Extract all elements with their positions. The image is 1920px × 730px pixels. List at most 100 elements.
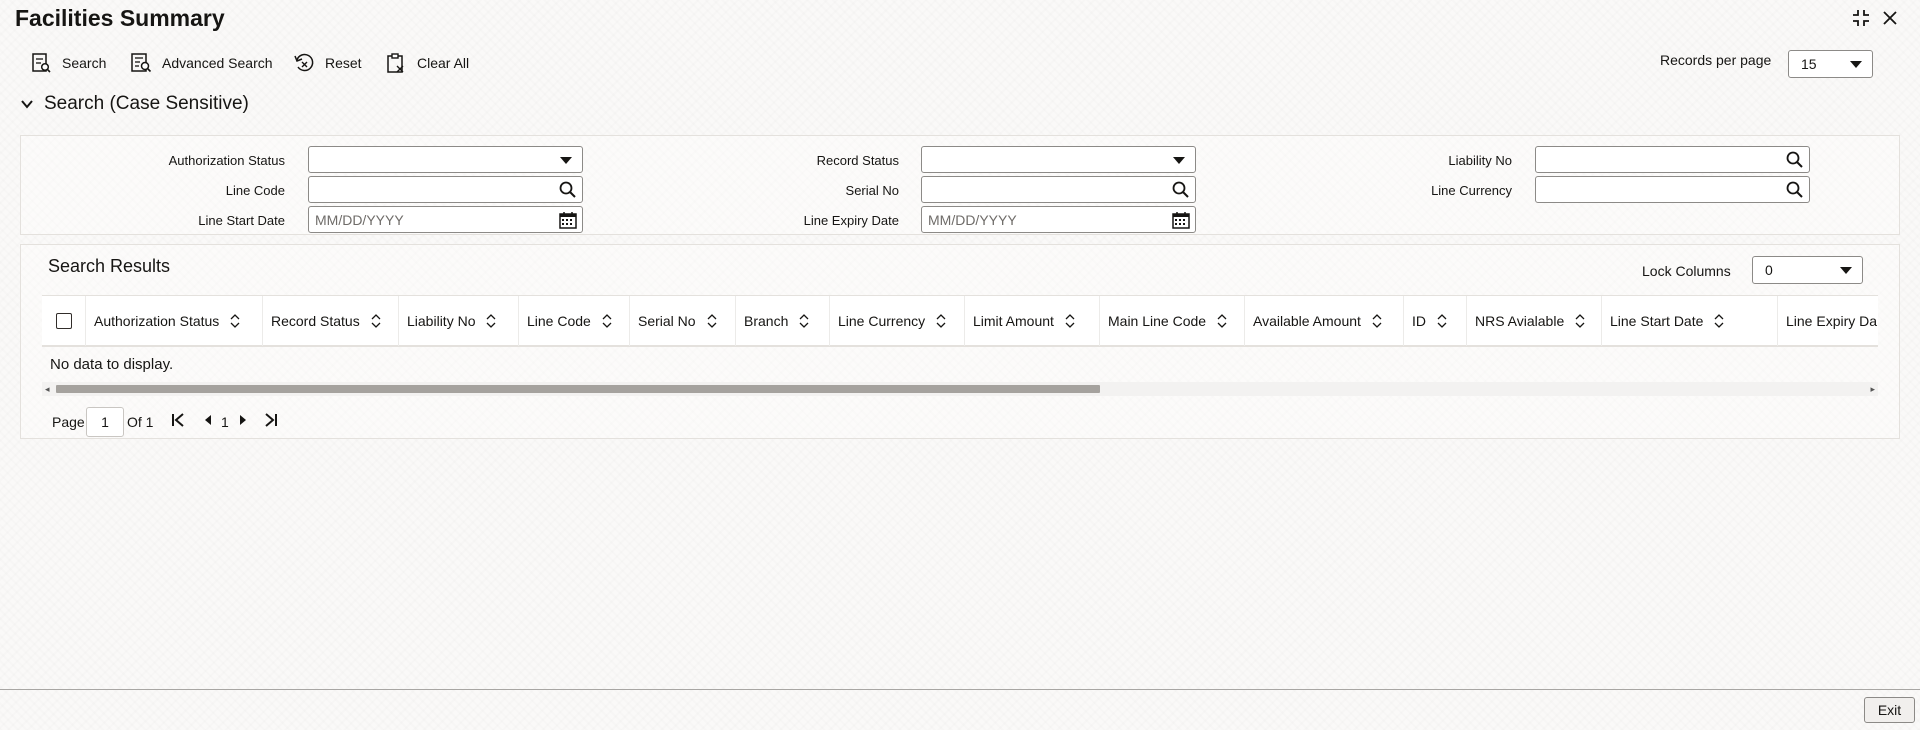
column-label: Limit Amount [973, 313, 1054, 329]
search-button[interactable]: Search [30, 48, 106, 78]
column-header[interactable]: Line Code [519, 296, 630, 346]
liability-no-label: Liability No [1448, 153, 1512, 168]
column-header[interactable]: Serial No [630, 296, 736, 346]
column-label: Liability No [407, 313, 476, 329]
column-header[interactable]: Line Start Date [1602, 296, 1778, 346]
column-label: Record Status [271, 313, 360, 329]
column-header[interactable]: Line Currency [830, 296, 965, 346]
column-label: Line Currency [838, 313, 926, 329]
sort-icon[interactable] [935, 313, 947, 329]
chevron-down-icon [1850, 61, 1862, 68]
column-header[interactable]: Available Amount [1245, 296, 1404, 346]
advanced-search-label: Advanced Search [162, 55, 273, 71]
column-header[interactable]: Main Line Code [1100, 296, 1245, 346]
search-label: Search [62, 55, 107, 71]
column-label: Line Expiry Da [1786, 313, 1878, 329]
sort-icon[interactable] [1064, 313, 1076, 329]
line-expiry-date-input[interactable]: MM/DD/YYYY [921, 206, 1196, 233]
line-start-date-label: Line Start Date [198, 213, 285, 228]
liability-no-input[interactable] [1535, 146, 1810, 173]
clear-all-label: Clear All [417, 55, 470, 71]
clipboard-clear-icon [387, 53, 404, 73]
chevron-down-icon [21, 100, 33, 109]
previous-page-icon[interactable] [200, 410, 218, 433]
advanced-search-icon [131, 53, 152, 73]
toolbar: Search Advanced Search Reset Clear All [0, 48, 1920, 78]
line-currency-input[interactable] [1535, 176, 1810, 203]
line-code-label: Line Code [225, 183, 285, 198]
column-header[interactable]: Authorization Status [86, 296, 263, 346]
advanced-search-button[interactable]: Advanced Search [130, 48, 273, 78]
serial-no-input[interactable] [921, 176, 1196, 203]
reset-label: Reset [325, 55, 362, 71]
column-header[interactable]: NRS Avialable [1467, 296, 1602, 346]
scroll-right-icon[interactable]: ▸ [1870, 384, 1875, 395]
magnifier-icon[interactable] [1785, 150, 1805, 170]
magnifier-icon[interactable] [558, 180, 578, 200]
reset-button[interactable]: Reset [293, 48, 362, 78]
authorization-status-label: Authorization Status [168, 153, 285, 168]
search-section-title: Search (Case Sensitive) [44, 93, 249, 114]
sort-icon[interactable] [229, 313, 241, 329]
restore-icon[interactable] [1849, 6, 1873, 30]
lock-columns-select[interactable]: 0 [1752, 256, 1863, 284]
page-of-label: Of 1 [127, 414, 154, 430]
records-per-page-label: Records per page [1660, 52, 1772, 68]
page-number-input[interactable]: 1 [86, 407, 124, 437]
column-header[interactable]: ID [1404, 296, 1467, 346]
column-header[interactable]: Liability No [399, 296, 519, 346]
sort-icon[interactable] [1216, 313, 1228, 329]
close-icon[interactable] [1878, 6, 1902, 30]
last-page-icon[interactable] [261, 410, 279, 433]
line-start-date-placeholder: MM/DD/YYYY [315, 211, 404, 228]
calendar-icon[interactable] [558, 210, 578, 230]
next-page-icon[interactable] [233, 410, 251, 433]
record-status-select[interactable] [921, 146, 1196, 173]
column-header[interactable]: Record Status [263, 296, 399, 346]
clear-all-button[interactable]: Clear All [385, 48, 469, 78]
page-label: Page [52, 414, 85, 430]
sort-icon[interactable] [1436, 313, 1448, 329]
sort-icon[interactable] [1371, 313, 1383, 329]
records-per-page-select[interactable]: 15 [1788, 50, 1873, 78]
sort-icon[interactable] [370, 313, 382, 329]
search-section-toggle[interactable]: Search (Case Sensitive) [20, 93, 249, 115]
sort-icon[interactable] [706, 313, 718, 329]
column-label: Line Code [527, 313, 591, 329]
sort-icon[interactable] [601, 313, 613, 329]
exit-button[interactable]: Exit [1864, 697, 1915, 723]
sort-icon[interactable] [1574, 313, 1586, 329]
column-header[interactable]: Line Expiry Da [1778, 296, 1878, 346]
line-currency-label: Line Currency [1431, 183, 1512, 198]
line-code-input[interactable] [308, 176, 583, 203]
sort-icon[interactable] [1713, 313, 1725, 329]
calendar-icon[interactable] [1171, 210, 1191, 230]
column-header[interactable]: Branch [736, 296, 830, 346]
authorization-status-select[interactable] [308, 146, 583, 173]
column-label: ID [1412, 313, 1426, 329]
page-of-wrap: Of 1 [127, 406, 153, 438]
sort-icon[interactable] [798, 313, 810, 329]
horizontal-scrollbar[interactable]: ◂ ▸ [42, 382, 1878, 396]
magnifier-icon[interactable] [1785, 180, 1805, 200]
select-all-checkbox[interactable] [56, 313, 72, 329]
page-title: Facilities Summary [15, 5, 225, 31]
scroll-left-icon[interactable]: ◂ [45, 384, 50, 395]
line-expiry-date-placeholder: MM/DD/YYYY [928, 211, 1017, 228]
records-per-page-value: 15 [1801, 56, 1817, 72]
column-label: Serial No [638, 313, 696, 329]
column-label: Line Start Date [1610, 313, 1704, 329]
search-document-icon [32, 53, 51, 73]
select-all-cell [42, 296, 86, 346]
column-label: Main Line Code [1108, 313, 1207, 329]
scrollbar-thumb[interactable] [56, 385, 1100, 393]
sort-icon[interactable] [485, 313, 497, 329]
column-label: Branch [744, 313, 789, 329]
magnifier-icon[interactable] [1171, 180, 1191, 200]
line-start-date-input[interactable]: MM/DD/YYYY [308, 206, 583, 233]
column-header[interactable]: Limit Amount [965, 296, 1100, 346]
page-link[interactable]: 1 [221, 414, 229, 430]
serial-no-label: Serial No [845, 183, 899, 198]
first-page-icon[interactable] [170, 410, 188, 433]
line-expiry-date-label: Line Expiry Date [803, 213, 899, 228]
